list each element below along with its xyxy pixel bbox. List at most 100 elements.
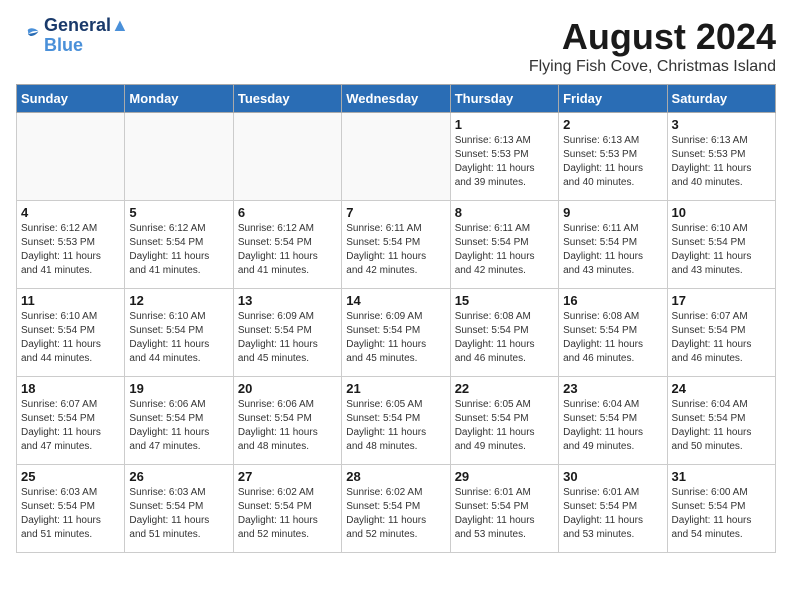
day-number: 21 [346, 381, 445, 396]
day-number: 12 [129, 293, 228, 308]
calendar-week-row: 11 Sunrise: 6:10 AMSunset: 5:54 PMDayligh… [17, 289, 776, 377]
calendar-cell: 24 Sunrise: 6:04 AMSunset: 5:54 PMDayligh… [667, 377, 775, 465]
calendar-week-row: 18Sunrise: 6:07 AMSunset: 5:54 PMDayligh… [17, 377, 776, 465]
logo-text: General▲ Blue [44, 16, 129, 56]
calendar-cell: 11 Sunrise: 6:10 AMSunset: 5:54 PMDayligh… [17, 289, 125, 377]
calendar-cell: 27 Sunrise: 6:02 AMSunset: 5:54 PMDayligh… [233, 465, 341, 553]
day-info: Sunrise: 6:10 AMSunset: 5:54 PMDaylight:… [129, 310, 228, 366]
day-number: 13 [238, 293, 337, 308]
calendar-cell: 6 Sunrise: 6:12 AMSunset: 5:54 PMDaylight… [233, 201, 341, 289]
day-number: 4 [21, 205, 120, 220]
col-header-sunday: Sunday [17, 85, 125, 113]
col-header-wednesday: Wednesday [342, 85, 450, 113]
calendar-cell: 17 Sunrise: 6:07 AMSunset: 5:54 PMDayligh… [667, 289, 775, 377]
calendar-cell: 31 Sunrise: 6:00 AMSunset: 5:54 PMDayligh… [667, 465, 775, 553]
day-info: Sunrise: 6:06 AMSunset: 5:54 PMDaylight:… [129, 398, 228, 454]
calendar-cell: 9Sunrise: 6:11 AMSunset: 5:54 PMDaylight… [559, 201, 667, 289]
day-number: 5 [129, 205, 228, 220]
day-number: 29 [455, 469, 554, 484]
calendar-cell: 15 Sunrise: 6:08 AMSunset: 5:54 PMDayligh… [450, 289, 558, 377]
day-info: Sunrise: 6:10 AMSunset: 5:54 PMDaylight:… [21, 310, 120, 366]
day-number: 28 [346, 469, 445, 484]
logo: General▲ Blue [16, 16, 129, 56]
month-year: August 2024 [529, 16, 776, 58]
day-info: Sunrise: 6:12 AMSunset: 5:53 PMDaylight:… [21, 222, 120, 278]
day-info: Sunrise: 6:11 AMSunset: 5:54 PMDaylight:… [455, 222, 554, 278]
day-number: 24 [672, 381, 771, 396]
day-number: 31 [672, 469, 771, 484]
calendar: SundayMondayTuesdayWednesdayThursdayFrid… [16, 84, 776, 553]
calendar-cell [233, 113, 341, 201]
day-info: Sunrise: 6:07 AMSunset: 5:54 PMDaylight:… [672, 310, 771, 366]
calendar-cell: 25 Sunrise: 6:03 AMSunset: 5:54 PMDayligh… [17, 465, 125, 553]
day-info: Sunrise: 6:03 AMSunset: 5:54 PMDaylight:… [21, 486, 120, 542]
day-number: 11 [21, 293, 120, 308]
calendar-cell [17, 113, 125, 201]
day-info: Sunrise: 6:05 AMSunset: 5:54 PMDaylight:… [455, 398, 554, 454]
day-number: 7 [346, 205, 445, 220]
col-header-monday: Monday [125, 85, 233, 113]
calendar-week-row: 25 Sunrise: 6:03 AMSunset: 5:54 PMDayligh… [17, 465, 776, 553]
calendar-cell: 13 Sunrise: 6:09 AMSunset: 5:54 PMDayligh… [233, 289, 341, 377]
location: Flying Fish Cove, Christmas Island [529, 58, 776, 76]
day-number: 17 [672, 293, 771, 308]
day-info: Sunrise: 6:13 AMSunset: 5:53 PMDaylight:… [455, 134, 554, 190]
calendar-header-row: SundayMondayTuesdayWednesdayThursdayFrid… [17, 85, 776, 113]
day-info: Sunrise: 6:03 AMSunset: 5:54 PMDaylight:… [129, 486, 228, 542]
day-number: 27 [238, 469, 337, 484]
day-info: Sunrise: 6:07 AMSunset: 5:54 PMDaylight:… [21, 398, 120, 454]
day-info: Sunrise: 6:13 AMSunset: 5:53 PMDaylight:… [563, 134, 662, 190]
day-number: 6 [238, 205, 337, 220]
logo-bird-icon [16, 26, 40, 46]
calendar-cell: 23 Sunrise: 6:04 AMSunset: 5:54 PMDayligh… [559, 377, 667, 465]
day-number: 14 [346, 293, 445, 308]
day-info: Sunrise: 6:08 AMSunset: 5:54 PMDaylight:… [455, 310, 554, 366]
calendar-cell: 28 Sunrise: 6:02 AMSunset: 5:54 PMDayligh… [342, 465, 450, 553]
calendar-cell: 8 Sunrise: 6:11 AMSunset: 5:54 PMDaylight… [450, 201, 558, 289]
day-info: Sunrise: 6:13 AMSunset: 5:53 PMDaylight:… [672, 134, 771, 190]
day-info: Sunrise: 6:09 AMSunset: 5:54 PMDaylight:… [238, 310, 337, 366]
calendar-cell: 30Sunrise: 6:01 AMSunset: 5:54 PMDayligh… [559, 465, 667, 553]
calendar-cell: 1 Sunrise: 6:13 AMSunset: 5:53 PMDaylight… [450, 113, 558, 201]
day-info: Sunrise: 6:04 AMSunset: 5:54 PMDaylight:… [563, 398, 662, 454]
day-info: Sunrise: 6:11 AMSunset: 5:54 PMDaylight:… [346, 222, 445, 278]
calendar-week-row: 4 Sunrise: 6:12 AMSunset: 5:53 PMDaylight… [17, 201, 776, 289]
calendar-cell: 5 Sunrise: 6:12 AMSunset: 5:54 PMDaylight… [125, 201, 233, 289]
day-info: Sunrise: 6:04 AMSunset: 5:54 PMDaylight:… [672, 398, 771, 454]
day-number: 1 [455, 117, 554, 132]
day-info: Sunrise: 6:01 AMSunset: 5:54 PMDaylight:… [455, 486, 554, 542]
day-info: Sunrise: 6:08 AMSunset: 5:54 PMDaylight:… [563, 310, 662, 366]
calendar-cell: 18Sunrise: 6:07 AMSunset: 5:54 PMDayligh… [17, 377, 125, 465]
calendar-cell [342, 113, 450, 201]
calendar-cell: 4 Sunrise: 6:12 AMSunset: 5:53 PMDaylight… [17, 201, 125, 289]
day-number: 23 [563, 381, 662, 396]
day-number: 2 [563, 117, 662, 132]
day-number: 8 [455, 205, 554, 220]
day-info: Sunrise: 6:11 AMSunset: 5:54 PMDaylight:… [563, 222, 662, 278]
day-number: 15 [455, 293, 554, 308]
day-number: 20 [238, 381, 337, 396]
calendar-cell: 16 Sunrise: 6:08 AMSunset: 5:54 PMDayligh… [559, 289, 667, 377]
col-header-friday: Friday [559, 85, 667, 113]
calendar-cell: 29 Sunrise: 6:01 AMSunset: 5:54 PMDayligh… [450, 465, 558, 553]
day-info: Sunrise: 6:00 AMSunset: 5:54 PMDaylight:… [672, 486, 771, 542]
day-number: 16 [563, 293, 662, 308]
day-info: Sunrise: 6:02 AMSunset: 5:54 PMDaylight:… [238, 486, 337, 542]
day-info: Sunrise: 6:09 AMSunset: 5:54 PMDaylight:… [346, 310, 445, 366]
title-area: August 2024 Flying Fish Cove, Christmas … [529, 16, 776, 76]
day-info: Sunrise: 6:02 AMSunset: 5:54 PMDaylight:… [346, 486, 445, 542]
calendar-cell: 22Sunrise: 6:05 AMSunset: 5:54 PMDayligh… [450, 377, 558, 465]
day-number: 25 [21, 469, 120, 484]
col-header-tuesday: Tuesday [233, 85, 341, 113]
calendar-cell: 19Sunrise: 6:06 AMSunset: 5:54 PMDayligh… [125, 377, 233, 465]
calendar-cell: 12 Sunrise: 6:10 AMSunset: 5:54 PMDayligh… [125, 289, 233, 377]
day-info: Sunrise: 6:12 AMSunset: 5:54 PMDaylight:… [129, 222, 228, 278]
col-header-thursday: Thursday [450, 85, 558, 113]
day-number: 26 [129, 469, 228, 484]
day-number: 30 [563, 469, 662, 484]
day-info: Sunrise: 6:10 AMSunset: 5:54 PMDaylight:… [672, 222, 771, 278]
header: General▲ Blue August 2024 Flying Fish Co… [16, 16, 776, 76]
day-info: Sunrise: 6:12 AMSunset: 5:54 PMDaylight:… [238, 222, 337, 278]
day-number: 3 [672, 117, 771, 132]
calendar-cell: 10Sunrise: 6:10 AMSunset: 5:54 PMDayligh… [667, 201, 775, 289]
